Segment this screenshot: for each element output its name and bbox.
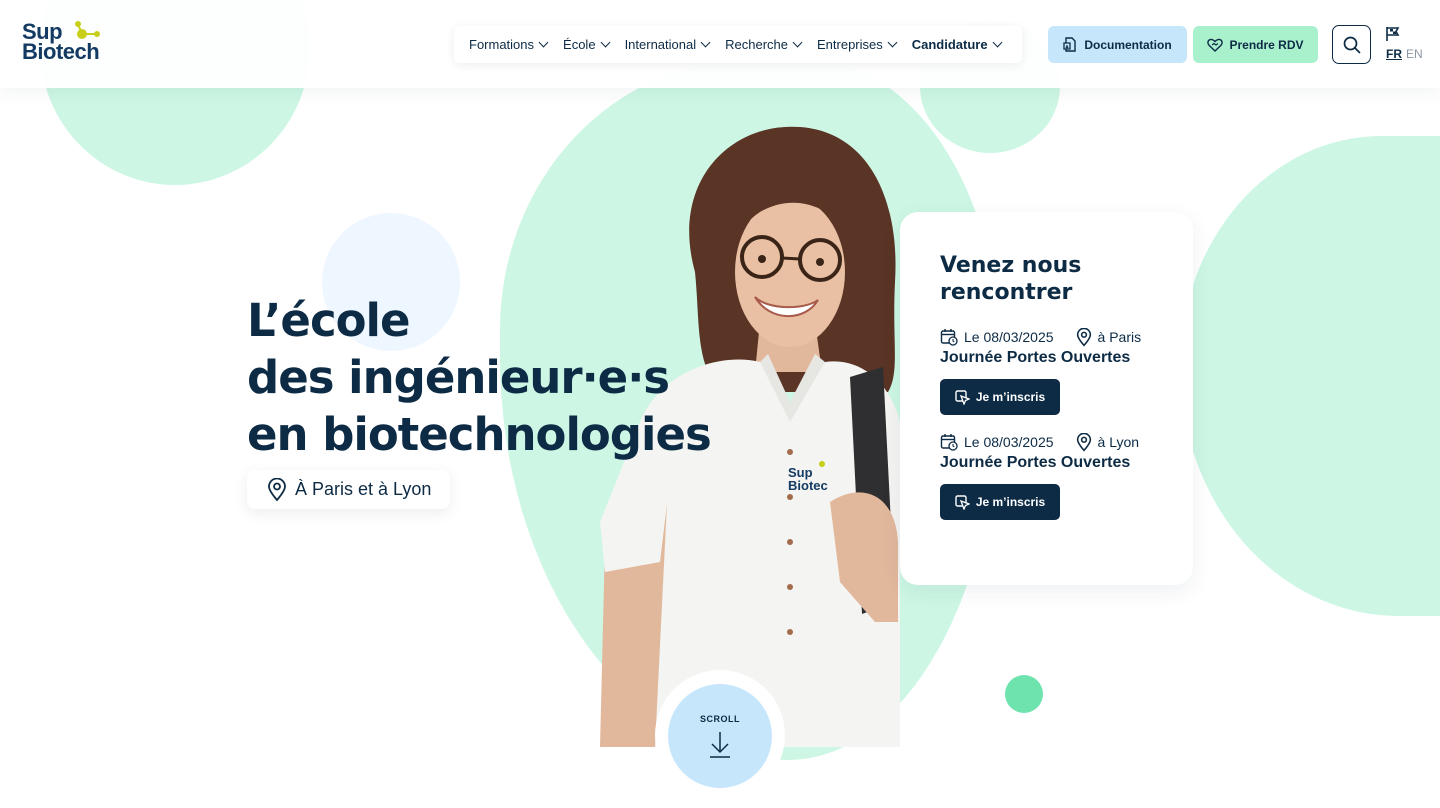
chevron-down-icon [792, 37, 803, 48]
event-item: Le 08/03/2025 à Lyon Journée Portes Ouve… [940, 431, 1193, 520]
register-button-paris[interactable]: Je m’inscris [940, 379, 1060, 415]
nav-label: Entreprises [817, 37, 883, 52]
event-city: à Lyon [1097, 434, 1140, 450]
nav-item-ecole[interactable]: École [563, 37, 611, 52]
location-badge: À Paris et à Lyon [247, 470, 450, 509]
hero-title: L’école des ingénieur·e·s en biotechnolo… [247, 292, 712, 463]
nav-label: Formations [469, 37, 535, 52]
molecule-icon [75, 21, 100, 39]
lang-fr-link[interactable]: FR [1386, 47, 1402, 61]
svg-text:Biotec: Biotec [788, 478, 828, 493]
hero-title-line-3: en biotechnologies [247, 408, 712, 461]
events-card-title: Venez nous rencontrer [940, 253, 1082, 305]
chevron-down-icon [538, 37, 549, 48]
nav-item-international[interactable]: International [624, 37, 711, 52]
documentation-button[interactable]: Documentation [1048, 26, 1187, 63]
flag-icon [1386, 27, 1400, 41]
nav-label: Candidature [911, 37, 988, 52]
scroll-button[interactable]: SCROLL [668, 684, 772, 788]
page: Sup Biotech Formations École Internation… [0, 0, 1440, 808]
prendre-rdv-button[interactable]: Prendre RDV [1193, 26, 1318, 63]
prendre-rdv-label: Prendre RDV [1229, 37, 1304, 52]
map-pin-icon [1076, 327, 1091, 347]
lang-en-link[interactable]: EN [1406, 47, 1423, 61]
pointer-click-icon [955, 494, 970, 510]
event-date: Le 08/03/2025 [964, 434, 1054, 450]
nav-item-formations[interactable]: Formations [469, 37, 549, 52]
hero-title-line-2: des ingénieur·e·s [247, 351, 670, 404]
event-meta: Le 08/03/2025 à Lyon [940, 431, 1193, 453]
event-name: Journée Portes Ouvertes [940, 454, 1131, 471]
hero-title-line-1: L’école [247, 294, 410, 347]
calendar-clock-icon [940, 329, 958, 346]
nav-item-entreprises[interactable]: Entreprises [817, 37, 898, 52]
logo-line-biotech: Biotech [22, 39, 100, 64]
documentation-label: Documentation [1084, 37, 1172, 52]
event-city: à Paris [1097, 329, 1142, 345]
calendar-clock-icon [940, 434, 958, 451]
event-name: Journée Portes Ouvertes [940, 349, 1131, 366]
chevron-down-icon [887, 37, 898, 48]
main-nav: Formations École International Recherche… [454, 26, 1022, 63]
scroll-label: SCROLL [700, 714, 740, 724]
language-switcher: FR EN [1385, 26, 1430, 66]
events-card: Venez nous rencontrer Le 08/03/2025 à Pa… [900, 212, 1193, 585]
site-header: Sup Biotech Formations École Internation… [0, 0, 1440, 88]
event-date: Le 08/03/2025 [964, 329, 1054, 345]
map-pin-icon [1076, 432, 1091, 452]
search-button[interactable] [1332, 25, 1371, 64]
nav-label: Recherche [725, 37, 788, 52]
search-icon [1343, 36, 1360, 53]
decor-dot-green [1005, 675, 1043, 713]
event-meta: Le 08/03/2025 à Paris [940, 326, 1193, 348]
arrow-down-icon [710, 732, 730, 758]
nav-label: International [624, 37, 697, 52]
map-pin-icon [268, 477, 286, 501]
chevron-down-icon [600, 37, 611, 48]
register-button-lyon[interactable]: Je m’inscris [940, 484, 1060, 520]
nav-item-recherche[interactable]: Recherche [725, 37, 803, 52]
register-label: Je m’inscris [975, 495, 1046, 509]
location-text: À Paris et à Lyon [295, 479, 432, 499]
logo[interactable]: Sup Biotech [22, 21, 122, 66]
nav-item-candidature[interactable]: Candidature [911, 37, 1003, 52]
heart-handshake-icon [1207, 38, 1224, 52]
pointer-click-icon [955, 389, 970, 405]
nav-label: École [563, 37, 596, 52]
document-icon [1063, 37, 1077, 52]
chevron-down-icon [700, 37, 711, 48]
event-item: Le 08/03/2025 à Paris Journée Portes Ouv… [940, 326, 1193, 415]
chevron-down-icon [992, 37, 1003, 48]
decor-blob-right [1180, 136, 1440, 616]
register-label: Je m’inscris [975, 390, 1046, 404]
